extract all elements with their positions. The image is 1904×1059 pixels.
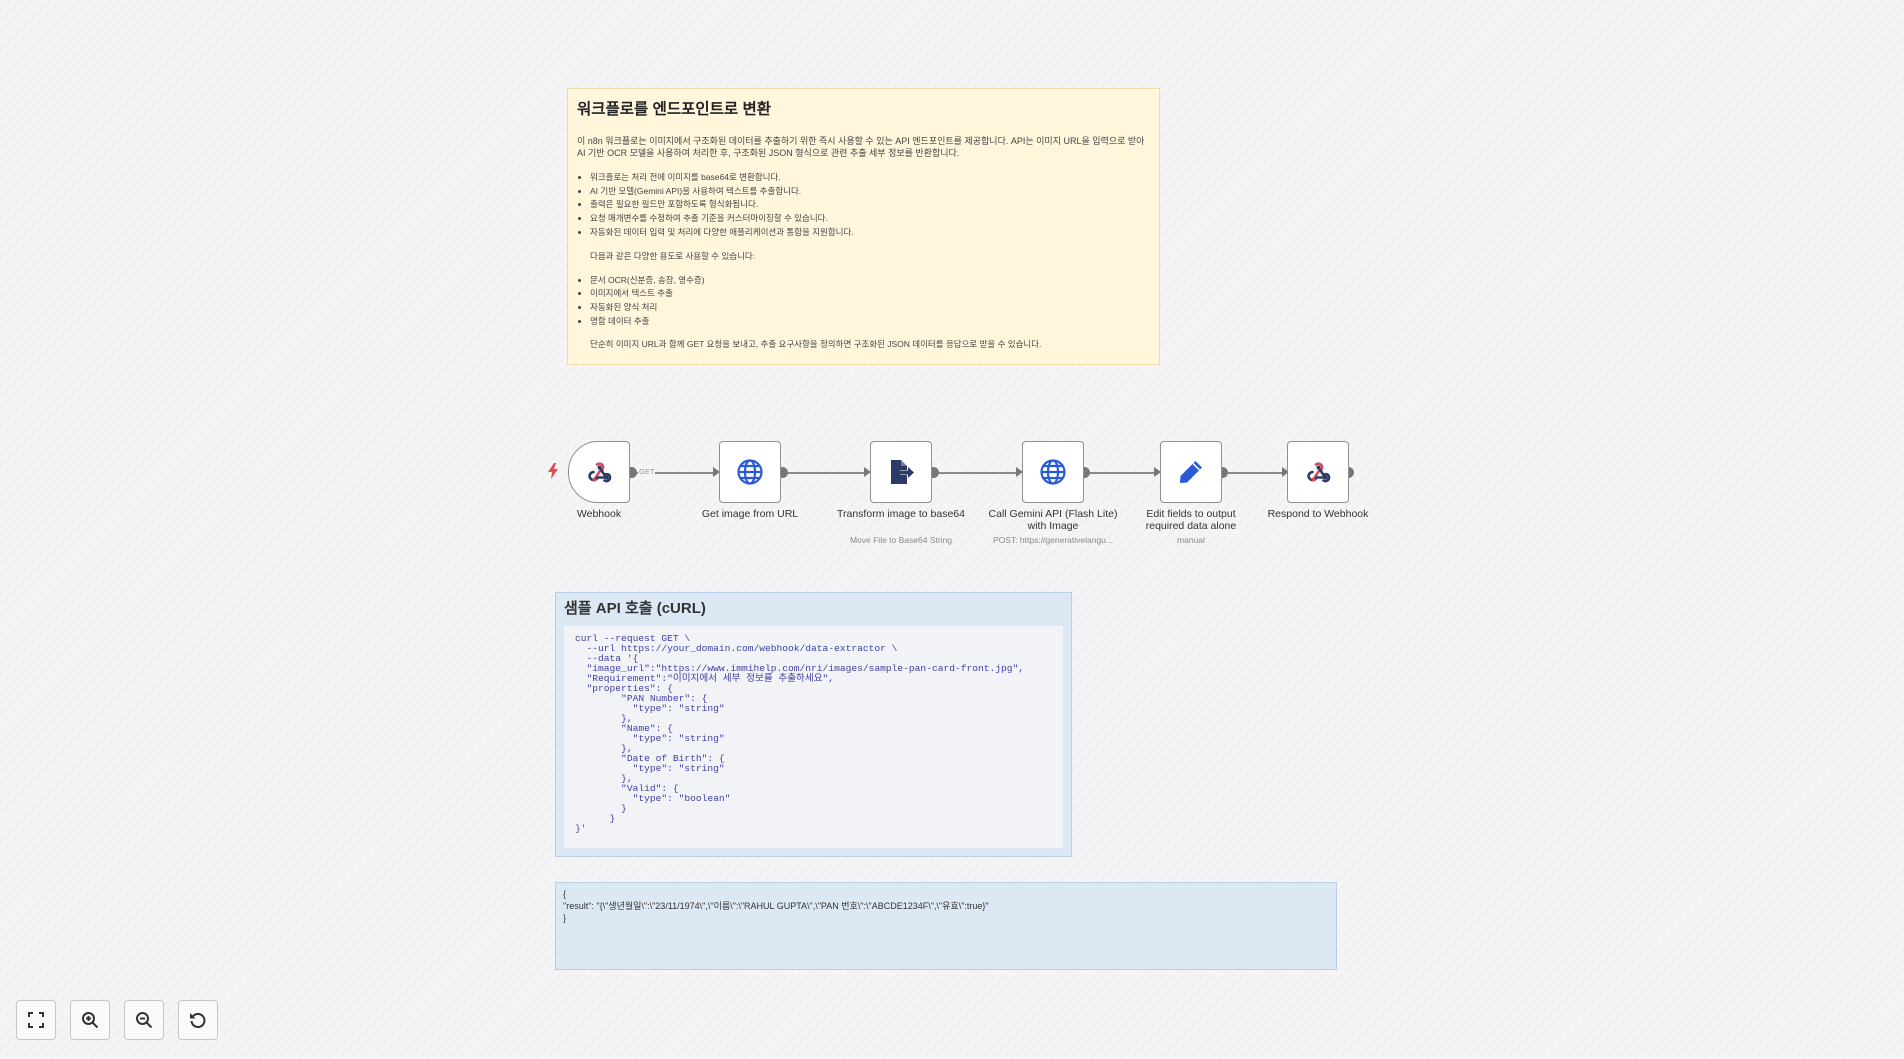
webhook-icon	[1307, 462, 1331, 483]
sticky-closing: 단순히 이미지 URL과 함께 GET 요청을 보내고, 추출 요구사항을 정의…	[590, 339, 1042, 350]
sticky-title: 워크플로를 엔드포인트로 변환	[577, 101, 771, 118]
node-subtitle: POST: https://generativelangu...	[992, 535, 1113, 545]
node-transform-base64[interactable]	[870, 441, 932, 503]
list-item: 출력은 필요한 필드만 포함하도록 형식화됩니다.	[590, 198, 1150, 212]
node-label: Webhook	[576, 508, 622, 520]
list-item: 요청 매개변수를 수정하여 추출 기준을 커스터마이징할 수 있습니다.	[590, 212, 1150, 226]
fit-view-button[interactable]	[16, 1000, 56, 1040]
trigger-bolt-icon	[548, 463, 558, 479]
list-item: 이미지에서 텍스트 추출	[590, 287, 1150, 301]
sticky-title: 샘플 API 호출 (cURL)	[564, 600, 706, 617]
undo-icon	[190, 1013, 206, 1028]
zoom-out-icon	[136, 1012, 153, 1029]
node-label: Transform image to base64	[836, 508, 965, 520]
connection-label: GET	[638, 467, 656, 476]
connection-line[interactable]	[1228, 471, 1282, 474]
connection-line[interactable]	[1090, 471, 1154, 474]
globe-icon	[737, 459, 763, 485]
code-block: curl --request GET \ --url https://your_…	[564, 626, 1063, 848]
node-label: Get image from URL	[701, 508, 799, 520]
webhook-icon	[588, 462, 612, 483]
uses-list: 문서 OCR(신분증, 송장, 영수증) 이미지에서 텍스트 추출 자동화된 양…	[577, 274, 1150, 329]
sticky-intro: 이 n8n 워크플로는 이미지에서 구조화된 데이터를 추출하기 위한 즉시 사…	[577, 136, 1145, 158]
pencil-icon	[1180, 461, 1202, 483]
result-json: { "result": "{\"생년월일\":\"23/11/1974\",\"…	[563, 889, 989, 923]
node-get-image[interactable]	[719, 441, 781, 503]
node-label: Call Gemini API (Flash Lite) with Image	[988, 508, 1118, 532]
node-respond-webhook[interactable]	[1287, 441, 1349, 503]
sticky-note-result[interactable]: { "result": "{\"생년월일\":\"23/11/1974\",\"…	[555, 882, 1337, 970]
list-item: 자동화된 데이터 입력 및 처리에 다양한 애플리케이션과 통합을 지원합니다.	[590, 226, 1150, 240]
feature-list: 워크플로는 처리 전에 이미지를 base64로 변환합니다. AI 기반 모델…	[577, 171, 1150, 240]
node-call-gemini[interactable]	[1022, 441, 1084, 503]
node-subtitle: Move File to Base64 String	[849, 535, 953, 545]
connection-line[interactable]	[938, 471, 1016, 474]
reset-zoom-button[interactable]	[178, 1000, 218, 1040]
list-item: 워크플로는 처리 전에 이미지를 base64로 변환합니다.	[590, 171, 1150, 185]
uses-intro: 다음과 같은 다양한 용도로 사용할 수 있습니다:	[590, 250, 756, 261]
connection-line[interactable]	[787, 471, 864, 474]
list-item: 명함 데이터 추출	[590, 315, 1150, 329]
expand-icon	[28, 1012, 44, 1028]
sticky-note-overview[interactable]: 워크플로를 엔드포인트로 변환 이 n8n 워크플로는 이미지에서 구조화된 데…	[567, 88, 1160, 365]
node-edit-fields[interactable]	[1160, 441, 1222, 503]
list-item: 자동화된 양식 처리	[590, 301, 1150, 315]
node-webhook[interactable]	[568, 441, 630, 503]
globe-icon	[1040, 459, 1066, 485]
zoom-out-button[interactable]	[124, 1000, 164, 1040]
file-export-icon	[891, 460, 914, 484]
node-label: Edit fields to output required data alon…	[1145, 508, 1237, 532]
list-item: AI 기반 모델(Gemini API)을 사용하여 텍스트를 추출합니다.	[590, 185, 1150, 199]
sticky-note-curl[interactable]: 샘플 API 호출 (cURL) curl --request GET \ --…	[555, 592, 1072, 857]
list-item: 문서 OCR(신분증, 송장, 영수증)	[590, 274, 1150, 288]
zoom-in-icon	[82, 1012, 99, 1029]
zoom-in-button[interactable]	[70, 1000, 110, 1040]
node-subtitle: manual	[1177, 535, 1205, 545]
node-label: Respond to Webhook	[1267, 508, 1369, 520]
